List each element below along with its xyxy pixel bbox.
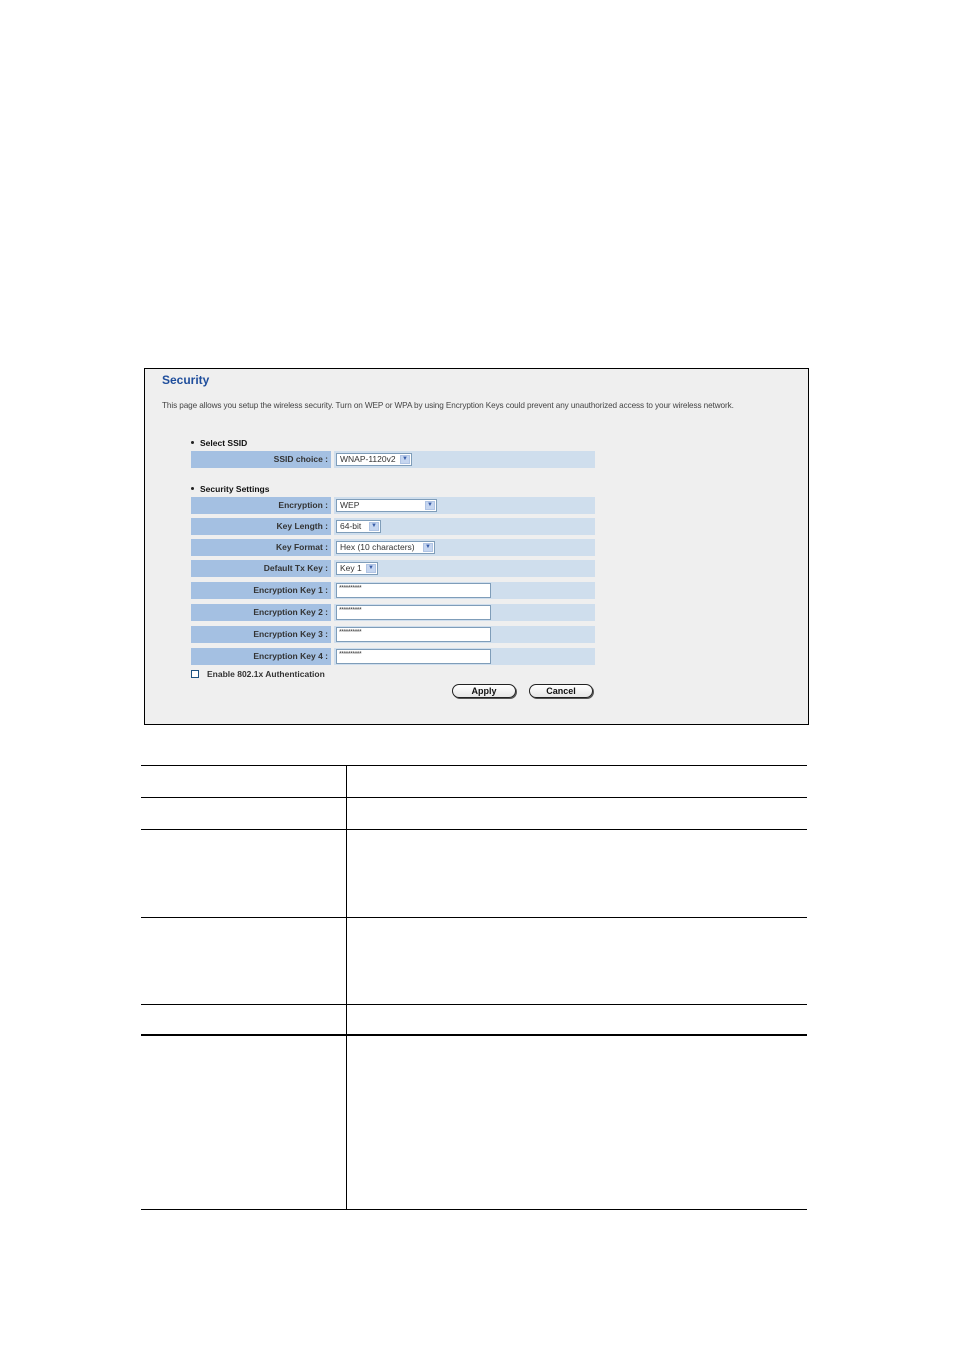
table-row xyxy=(141,1004,807,1034)
ssid-choice-label: SSID choice : xyxy=(191,451,331,468)
chevron-down-icon[interactable]: ▼ xyxy=(400,455,410,464)
encryption-label: Encryption : xyxy=(191,497,331,514)
encryption-key-3-input[interactable]: ********** xyxy=(336,627,491,642)
enable-8021x-row: Enable 802.1x Authentication xyxy=(191,669,325,679)
table-cell xyxy=(347,1036,807,1209)
table-cell xyxy=(347,918,807,1004)
table-cell xyxy=(347,1005,807,1034)
encryption-key-2-label: Encryption Key 2 : xyxy=(191,604,331,621)
table-row xyxy=(141,829,807,917)
encryption-cell: WEP ▼ xyxy=(334,497,595,514)
bullet-icon xyxy=(191,441,194,445)
encryption-row: Encryption : WEP ▼ xyxy=(191,497,595,514)
table-row xyxy=(141,917,807,1004)
ssid-choice-cell: WNAP-1120v2 ▼ xyxy=(334,451,595,468)
encryption-key-4-label: Encryption Key 4 : xyxy=(191,648,331,665)
table-row xyxy=(141,1034,807,1209)
encryption-select[interactable]: WEP ▼ xyxy=(336,499,437,512)
ssid-choice-row: SSID choice : WNAP-1120v2 ▼ xyxy=(191,451,595,468)
encryption-key-4-row: Encryption Key 4 : ********** xyxy=(191,648,595,665)
encryption-key-2-row: Encryption Key 2 : ********** xyxy=(191,604,595,621)
encryption-key-1-cell: ********** xyxy=(334,582,595,599)
key-format-cell: Hex (10 characters) ▼ xyxy=(334,539,595,556)
chevron-down-icon[interactable]: ▼ xyxy=(366,564,376,573)
table-row xyxy=(141,797,807,829)
security-settings-heading: Security Settings xyxy=(191,484,269,494)
default-tx-key-cell: Key 1 ▼ xyxy=(334,560,595,577)
table-cell xyxy=(141,1005,347,1034)
ssid-choice-select[interactable]: WNAP-1120v2 ▼ xyxy=(336,453,412,466)
key-length-label: Key Length : xyxy=(191,518,331,535)
table-cell xyxy=(141,766,347,797)
table-row xyxy=(141,765,807,797)
select-value: Key 1 xyxy=(340,563,362,573)
cancel-button[interactable]: Cancel xyxy=(529,684,593,698)
description-table xyxy=(141,765,807,1210)
table-cell xyxy=(347,830,807,917)
section-label: Select SSID xyxy=(200,438,248,448)
key-format-select[interactable]: Hex (10 characters) ▼ xyxy=(336,541,435,554)
encryption-key-1-row: Encryption Key 1 : ********** xyxy=(191,582,595,599)
apply-button[interactable]: Apply xyxy=(452,684,516,698)
enable-8021x-checkbox[interactable] xyxy=(191,670,199,678)
default-tx-key-select[interactable]: Key 1 ▼ xyxy=(336,562,378,575)
page-title: Security xyxy=(162,373,210,387)
default-tx-key-row: Default Tx Key : Key 1 ▼ xyxy=(191,560,595,577)
table-bottom-border xyxy=(141,1209,807,1210)
table-cell xyxy=(347,798,807,829)
select-value: Hex (10 characters) xyxy=(340,542,415,552)
key-length-row: Key Length : 64-bit ▼ xyxy=(191,518,595,535)
encryption-key-1-input[interactable]: ********** xyxy=(336,583,491,598)
page-description: This page allows you setup the wireless … xyxy=(162,401,734,410)
table-cell xyxy=(141,1036,347,1209)
encryption-key-3-label: Encryption Key 3 : xyxy=(191,626,331,643)
select-value: 64-bit xyxy=(340,521,362,531)
key-format-label: Key Format : xyxy=(191,539,331,556)
table-cell xyxy=(141,918,347,1004)
table-cell xyxy=(141,830,347,917)
encryption-key-3-cell: ********** xyxy=(334,626,595,643)
encryption-key-1-label: Encryption Key 1 : xyxy=(191,582,331,599)
encryption-key-2-input[interactable]: ********** xyxy=(336,605,491,620)
chevron-down-icon[interactable]: ▼ xyxy=(423,543,433,552)
key-format-row: Key Format : Hex (10 characters) ▼ xyxy=(191,539,595,556)
enable-8021x-label: Enable 802.1x Authentication xyxy=(207,669,325,679)
key-length-select[interactable]: 64-bit ▼ xyxy=(336,520,381,533)
bullet-icon xyxy=(191,487,194,491)
chevron-down-icon[interactable]: ▼ xyxy=(369,522,379,531)
encryption-key-4-input[interactable]: ********** xyxy=(336,649,491,664)
encryption-key-4-cell: ********** xyxy=(334,648,595,665)
encryption-key-2-cell: ********** xyxy=(334,604,595,621)
select-ssid-heading: Select SSID xyxy=(191,438,247,448)
select-value: WEP xyxy=(340,500,360,510)
chevron-down-icon[interactable]: ▼ xyxy=(425,501,435,510)
table-cell xyxy=(141,798,347,829)
table-cell xyxy=(347,766,807,797)
select-value: WNAP-1120v2 xyxy=(340,454,396,464)
security-panel: Security This page allows you setup the … xyxy=(144,368,809,725)
encryption-key-3-row: Encryption Key 3 : ********** xyxy=(191,626,595,643)
section-label: Security Settings xyxy=(200,484,270,494)
key-length-cell: 64-bit ▼ xyxy=(334,518,595,535)
default-tx-key-label: Default Tx Key : xyxy=(191,560,331,577)
